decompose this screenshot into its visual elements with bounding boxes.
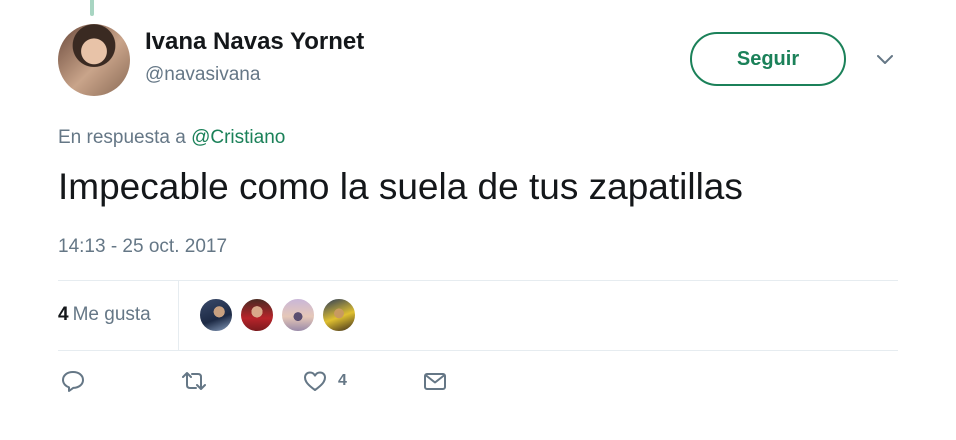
tweet-text: Impecable como la suela de tus zapatilla… (58, 166, 743, 207)
tweet-timestamp[interactable]: 14:13 - 25 oct. 2017 (58, 236, 227, 258)
retweet-icon (178, 368, 210, 394)
divider-bottom (58, 350, 898, 351)
liker-avatar[interactable] (239, 297, 275, 333)
heart-icon (302, 368, 328, 394)
liker-avatar[interactable] (280, 297, 316, 333)
stats-separator (178, 280, 179, 350)
liker-avatar[interactable] (321, 297, 357, 333)
reply-icon (60, 368, 86, 394)
direct-message-button[interactable] (422, 368, 448, 394)
divider-top (58, 280, 898, 281)
author-name[interactable]: Ivana Navas Yornet (145, 28, 364, 56)
likes-count: 4 (58, 304, 69, 325)
follow-button[interactable]: Seguir (690, 32, 846, 86)
author-avatar[interactable] (58, 24, 130, 96)
reply-context: En respuesta a @Cristiano (58, 127, 285, 149)
like-count: 4 (338, 372, 347, 389)
liker-avatars (198, 297, 362, 333)
reply-mention-link[interactable]: @Cristiano (191, 127, 285, 148)
retweet-button[interactable] (178, 368, 210, 394)
likes-label: Me gusta (72, 304, 151, 325)
envelope-icon (422, 368, 448, 394)
reply-prefix: En respuesta a (58, 127, 186, 148)
like-button[interactable]: 4 (302, 368, 347, 394)
liker-avatar[interactable] (198, 297, 234, 333)
likes-stat[interactable]: 4 Me gusta (58, 304, 151, 326)
author-handle[interactable]: @navasivana (145, 64, 260, 86)
chevron-down-icon[interactable] (874, 50, 896, 70)
thread-connector-line (90, 0, 94, 16)
reply-button[interactable] (60, 368, 86, 394)
